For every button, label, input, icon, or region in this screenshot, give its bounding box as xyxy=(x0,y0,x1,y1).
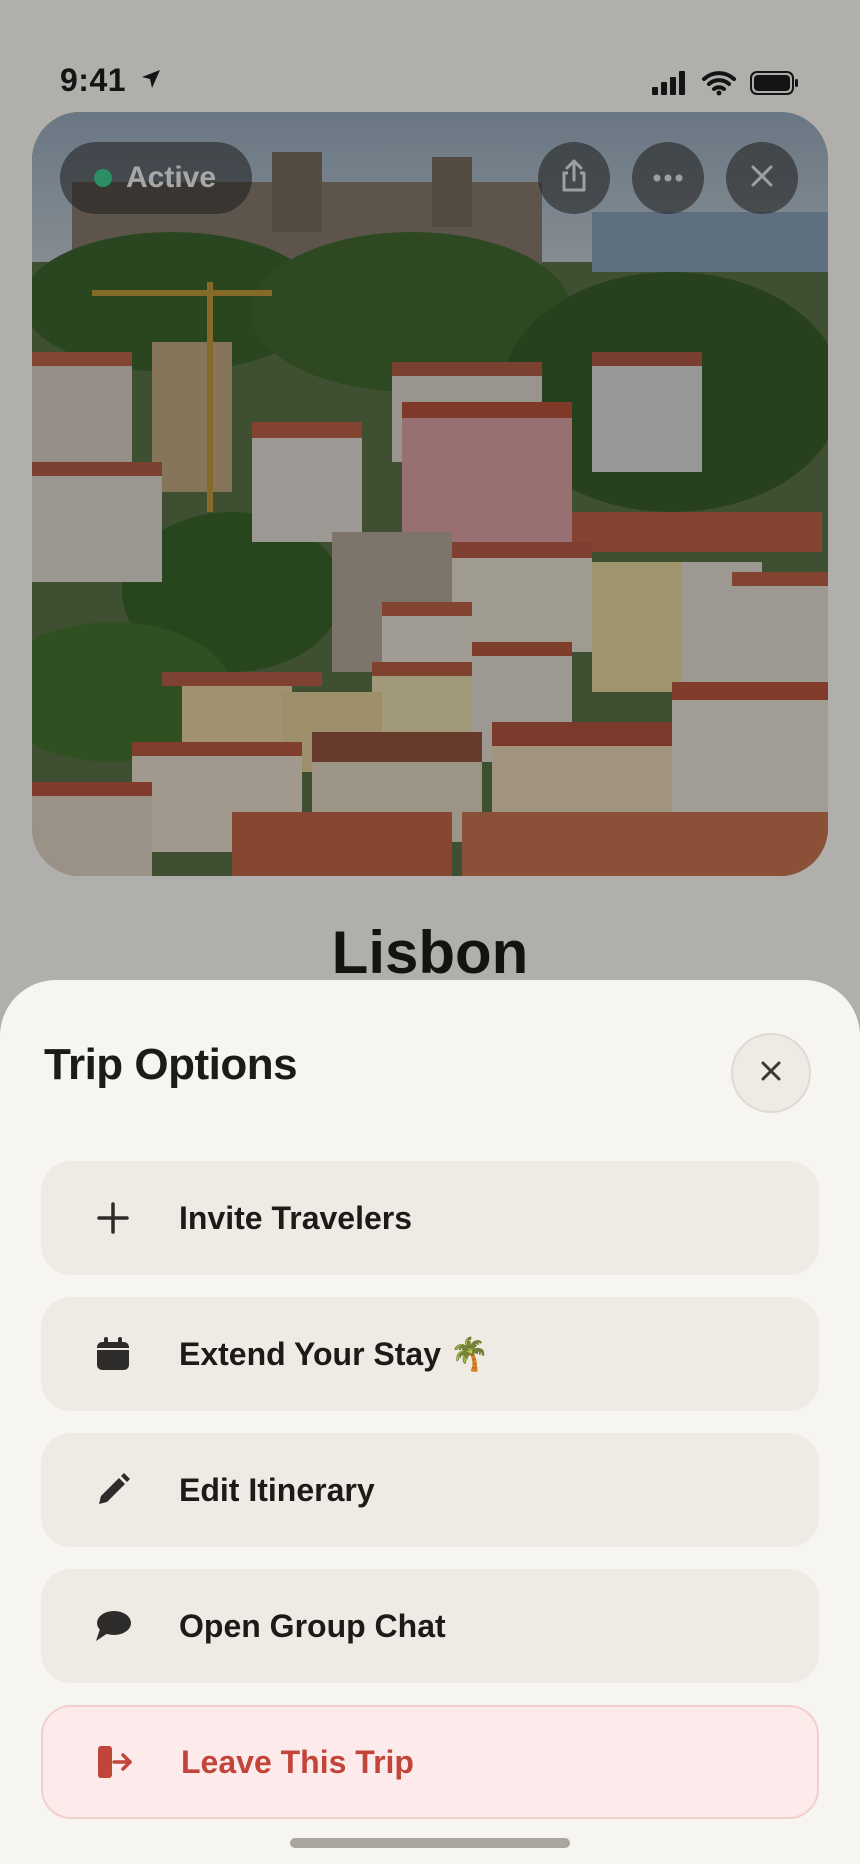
option-edit-itinerary[interactable]: Edit Itinerary xyxy=(41,1433,819,1547)
sheet-title: Trip Options xyxy=(44,1040,298,1089)
option-extend-stay[interactable]: Extend Your Stay 🌴 xyxy=(41,1297,819,1411)
trip-options-sheet: Trip Options Invite Travelers Extend You… xyxy=(0,980,860,1864)
option-leave-trip[interactable]: Leave This Trip xyxy=(41,1705,819,1819)
close-icon xyxy=(759,1059,783,1088)
option-label: Edit Itinerary xyxy=(179,1471,375,1508)
option-invite-travelers[interactable]: Invite Travelers xyxy=(41,1161,819,1275)
pencil-icon xyxy=(83,1460,143,1520)
chat-bubble-icon xyxy=(83,1596,143,1656)
option-label: Invite Travelers xyxy=(179,1199,413,1236)
leave-icon xyxy=(85,1732,145,1792)
calendar-icon xyxy=(83,1324,143,1384)
option-label: Leave This Trip xyxy=(181,1743,414,1780)
sheet-close-button[interactable] xyxy=(731,1033,811,1113)
option-open-group-chat[interactable]: Open Group Chat xyxy=(41,1569,819,1683)
option-label: Extend Your Stay 🌴 xyxy=(179,1336,490,1372)
home-indicator[interactable] xyxy=(290,1838,570,1848)
option-label: Open Group Chat xyxy=(179,1607,446,1644)
plus-icon xyxy=(83,1188,143,1248)
